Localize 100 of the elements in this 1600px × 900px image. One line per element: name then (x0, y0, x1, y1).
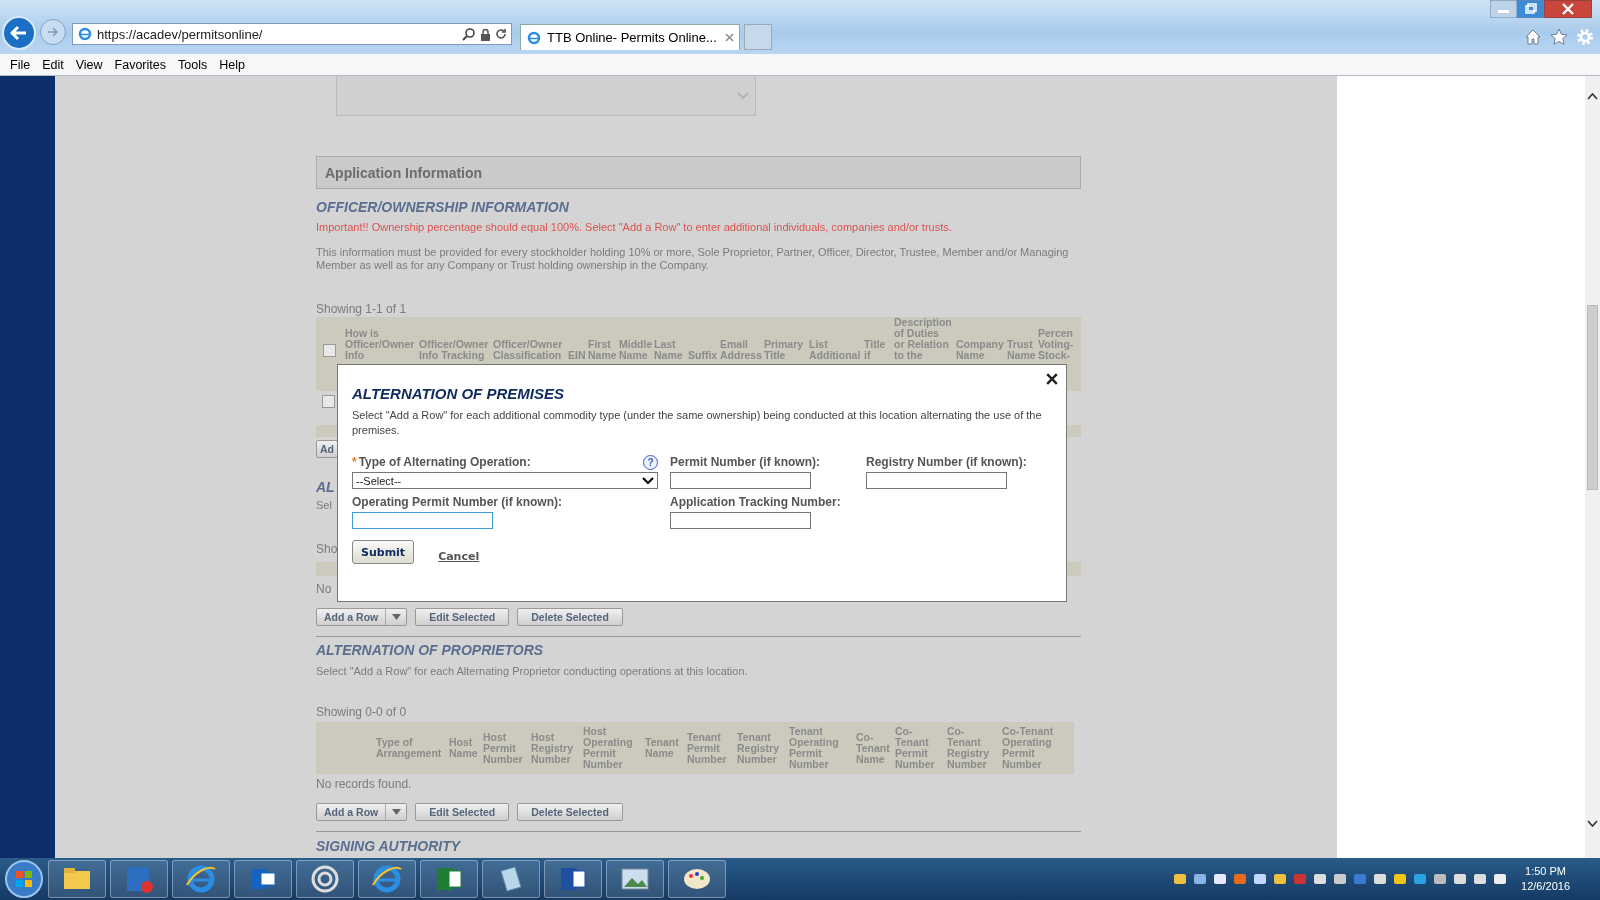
search-icon[interactable] (462, 27, 476, 41)
browser-icon[interactable] (358, 860, 416, 898)
column-header: Host Registry Number (531, 731, 574, 765)
column-header: List Additional (809, 339, 862, 361)
delete-selected-button[interactable]: Delete Selected (517, 608, 623, 626)
address-bar[interactable]: https://acadev/permitsonline/ (72, 23, 512, 45)
field-label: Operating Permit Number (if known): (352, 495, 562, 509)
empty-message: No records found. (316, 777, 413, 791)
refresh-icon[interactable] (495, 28, 507, 40)
forward-arrow-icon (47, 27, 59, 37)
add-row-button[interactable]: Ad (316, 440, 338, 458)
input-field[interactable] (670, 512, 811, 529)
photo-viewer-icon[interactable] (606, 860, 664, 898)
column-header: Tenant Permit Number (687, 731, 728, 765)
home-icon[interactable] (1524, 28, 1542, 46)
notice-text: Important!! Ownership percentage should equal 100%. Select "Add a Row" to enter additional individuals, companies and/or trusts. (316, 221, 953, 233)
start-button[interactable] (4, 859, 44, 899)
tray-icon[interactable] (1193, 872, 1208, 886)
edit-selected-button[interactable]: Edit Selected (415, 608, 510, 626)
column-header: Co- Tenant Permit Number (895, 726, 936, 770)
menu-item[interactable]: File (4, 57, 37, 72)
notepad-icon[interactable] (482, 860, 540, 898)
field-label: Type of Alternating Operation: (358, 455, 531, 469)
close-icon[interactable] (1046, 373, 1058, 385)
browser-tab[interactable]: TTB Online- Permits Online... (520, 24, 740, 50)
column-header: Last Name (654, 339, 684, 361)
close-button[interactable] (1544, 0, 1592, 18)
column-header: Email Address (720, 339, 763, 361)
tray-icon[interactable] (1213, 872, 1228, 886)
tray-icon[interactable] (1253, 872, 1268, 886)
add-row-button[interactable]: Add a Row (316, 803, 408, 821)
edit-selected-button[interactable]: Edit Selected (415, 803, 510, 821)
browser-icon[interactable] (172, 860, 230, 898)
dialog-title: ALTERNATION OF PREMISES (352, 385, 565, 402)
palette-icon[interactable] (668, 860, 726, 898)
column-header: Middle Name (619, 339, 654, 361)
tray-icon[interactable] (1273, 872, 1288, 886)
minimize-button[interactable] (1490, 0, 1517, 18)
section-header: Application Information (316, 156, 1081, 189)
column-header: How is Officer/Owner Info (345, 328, 416, 361)
spreadsheet-icon[interactable] (420, 860, 478, 898)
tray-icon[interactable] (1393, 872, 1408, 886)
column-header: Co- Tenant Registry Number (947, 726, 990, 770)
select-all-checkbox[interactable] (323, 344, 336, 357)
column-header: Officer/Owner Info Tracking (419, 339, 490, 361)
cancel-link[interactable]: Cancel (438, 549, 480, 563)
scroll-down-icon[interactable] (1587, 820, 1598, 828)
menu-item[interactable]: Help (213, 57, 251, 72)
menu-item[interactable]: Favorites (108, 57, 172, 72)
submit-button[interactable]: Submit (352, 540, 415, 564)
folder-icon[interactable] (48, 860, 106, 898)
showing-count: Showing 0-0 of 0 (316, 705, 408, 719)
scrollbar-thumb[interactable] (1587, 305, 1598, 490)
scroll-up-icon[interactable] (1587, 92, 1598, 100)
delete-selected-button[interactable]: Delete Selected (517, 803, 623, 821)
row-checkbox[interactable] (322, 394, 335, 408)
tray-icon[interactable] (1433, 872, 1448, 886)
tray-icon[interactable] (1493, 872, 1508, 886)
input-field[interactable] (670, 472, 811, 489)
restore-button[interactable] (1517, 0, 1544, 18)
star-icon[interactable] (1550, 28, 1568, 46)
column-header: Trust Name (1007, 339, 1037, 361)
add-row-button[interactable]: Add a Row (316, 608, 408, 626)
clock-date: 12/6/2016 (1521, 879, 1570, 894)
column-header: Host Permit Number (483, 731, 524, 765)
showing-count: Showing 1-1 of 1 (316, 302, 408, 316)
menu-item[interactable]: Edit (36, 57, 70, 72)
section-heading: ALTERNATION OF PROPRIETORS (316, 642, 545, 658)
description-text: This information must be provided for every stockholder holding 10% or more, Sole Proprietor, Partner, Officer, Director, Trustee, Member and/or Managing Member as well as for any Company or Trust holding ownership in the Company. (316, 246, 1070, 272)
empty-message: No (316, 581, 332, 598)
select-field[interactable]: --Select-- (352, 472, 658, 489)
column-header: Officer/Owner Classification (493, 339, 564, 361)
tray-icon[interactable] (1473, 872, 1488, 886)
column-header: First Name (588, 339, 618, 361)
chevron-icon (737, 92, 749, 99)
back-button[interactable] (2, 16, 36, 50)
column-header: Tenant Registry Number (737, 731, 780, 765)
tray-icon[interactable] (1173, 872, 1188, 886)
menu-item[interactable]: Tools (172, 57, 214, 72)
column-header: Co- Tenant Name (856, 731, 891, 765)
tray-icon[interactable] (1453, 872, 1468, 886)
column-header: Co-Tenant Operating Permit Number (1002, 726, 1055, 770)
dropdown-field[interactable] (336, 76, 756, 116)
menu-item[interactable]: View (69, 57, 109, 72)
clock-time: 1:50 PM (1524, 864, 1567, 879)
column-header: Tenant Name (645, 737, 680, 759)
lock-icon (480, 27, 491, 41)
tray-icon[interactable] (1313, 872, 1328, 886)
tray-icon[interactable] (1413, 872, 1428, 886)
tray-icon[interactable] (1373, 872, 1388, 886)
column-header: Host Operating Permit Number (583, 726, 634, 770)
field-label: Application Tracking Number: (670, 495, 841, 509)
back-arrow-icon (10, 25, 28, 41)
browser-icon (77, 26, 93, 42)
help-icon[interactable]: ? (643, 454, 658, 470)
column-header: Description of Duties or Relation to the (894, 317, 953, 361)
column-header: Percen Voting- Stock- (1038, 328, 1075, 361)
input-field[interactable] (866, 472, 1007, 489)
input-field[interactable] (352, 512, 493, 529)
tray-icon[interactable] (1333, 872, 1348, 886)
